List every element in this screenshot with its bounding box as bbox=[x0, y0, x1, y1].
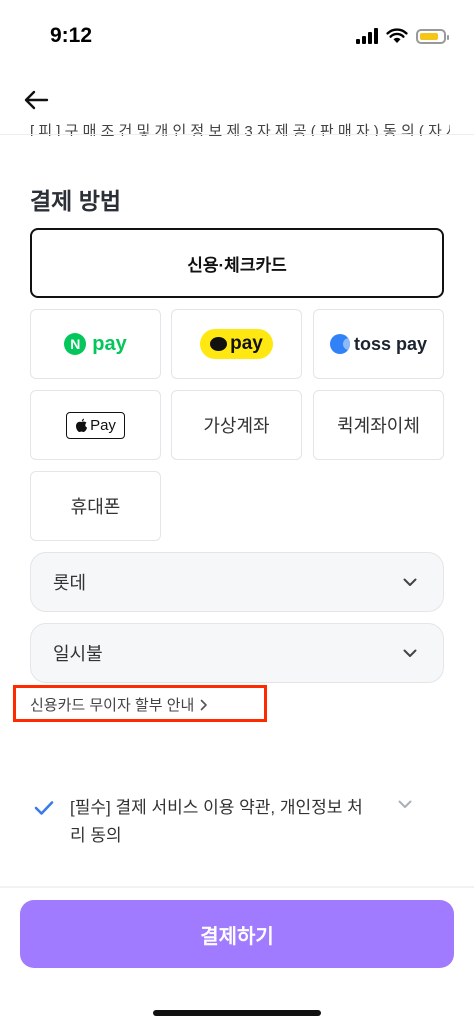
header-divider bbox=[0, 134, 474, 135]
check-icon bbox=[34, 801, 54, 815]
tosspay-logo: toss pay bbox=[329, 334, 427, 355]
arrow-left-icon bbox=[24, 90, 49, 110]
status-bar: 9:12 bbox=[0, 0, 474, 70]
applepay-button[interactable]: Pay bbox=[30, 390, 161, 460]
highlight-annotation-box bbox=[13, 685, 267, 722]
installment-select[interactable]: 일시불 bbox=[30, 623, 444, 683]
virtual-account-button[interactable]: 가상계좌 bbox=[171, 390, 302, 460]
battery-icon bbox=[416, 28, 449, 44]
npay-button[interactable]: N pay bbox=[30, 309, 161, 379]
kakaopay-logo: pay bbox=[200, 329, 273, 359]
installment-value: 일시불 bbox=[53, 644, 103, 664]
apple-icon bbox=[76, 418, 88, 432]
terms-agreement[interactable]: [필수] 결제 서비스 이용 약관, 개인정보 처리 동의 bbox=[34, 794, 434, 850]
wifi-icon bbox=[386, 28, 408, 43]
pay-button[interactable]: 결제하기 bbox=[20, 900, 454, 968]
applepay-logo: Pay bbox=[66, 411, 125, 439]
credit-check-card-button[interactable]: 신용·체크카드 bbox=[30, 228, 444, 298]
tosspay-button[interactable]: toss pay bbox=[313, 309, 444, 379]
terms-label: [필수] 결제 서비스 이용 약관, 개인정보 처리 동의 bbox=[70, 798, 363, 845]
npay-icon: N bbox=[64, 333, 87, 355]
kakaopay-button[interactable]: pay bbox=[171, 309, 302, 379]
card-company-select[interactable]: 롯데 bbox=[30, 552, 444, 612]
status-icons bbox=[356, 28, 449, 44]
toss-icon bbox=[329, 334, 350, 354]
chevron-down-icon bbox=[403, 578, 417, 586]
phone-payment-button[interactable]: 휴대폰 bbox=[30, 471, 161, 541]
chevron-down-icon bbox=[403, 649, 417, 657]
section-title-payment-method: 결제 방법 bbox=[30, 188, 122, 214]
quick-transfer-button[interactable]: 퀵계좌이체 bbox=[313, 390, 444, 460]
chevron-down-icon bbox=[398, 800, 412, 808]
back-button[interactable] bbox=[18, 82, 54, 118]
status-time: 9:12 bbox=[50, 24, 93, 47]
npay-logo: N pay bbox=[64, 333, 127, 356]
signal-icon bbox=[356, 28, 378, 44]
terms-expand-button[interactable] bbox=[398, 796, 412, 814]
card-company-value: 롯데 bbox=[53, 573, 87, 593]
footer-divider bbox=[0, 886, 474, 888]
home-indicator bbox=[153, 1010, 321, 1016]
kakao-bubble-icon bbox=[210, 337, 228, 351]
